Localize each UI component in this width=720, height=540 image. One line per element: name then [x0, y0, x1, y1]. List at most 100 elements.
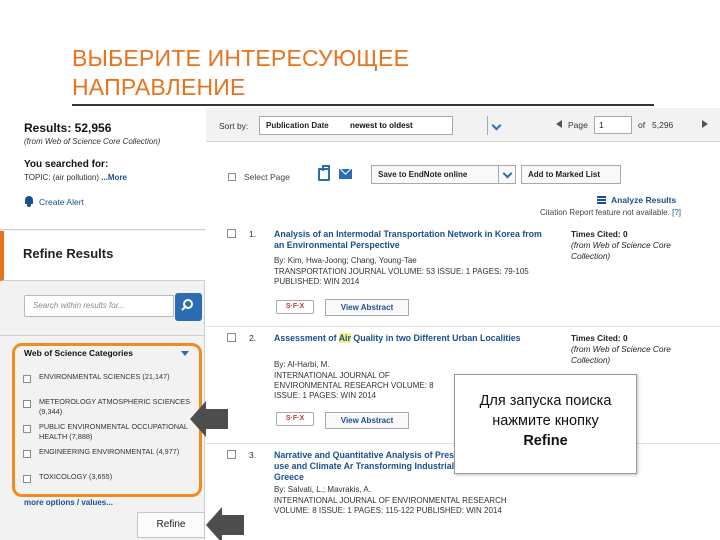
times-cited-value: Times Cited: 0	[571, 333, 628, 343]
sort-field: Publication Date	[266, 121, 329, 130]
more-options-link[interactable]: more options / values...	[24, 498, 113, 507]
results-main: Sort by: Publication Date newest to olde…	[206, 108, 720, 540]
sort-order: newest to oldest	[350, 121, 413, 130]
category-label: ENVIRONMENTAL SCIENCES (21,147)	[39, 372, 170, 381]
topic-query-text: TOPIC: (air pollution)	[24, 173, 102, 182]
page-of: of	[638, 120, 646, 130]
refine-button[interactable]: Refine	[137, 512, 205, 538]
chevron-down-icon[interactable]	[181, 351, 189, 356]
times-cited-source: (from Web of Science Core Collection)	[571, 344, 671, 365]
analyze-results-link[interactable]: Analyze Results	[597, 195, 676, 205]
times-cited-value: Times Cited: 0	[571, 229, 628, 239]
sort-select[interactable]: Publication Date newest to oldest	[259, 116, 453, 135]
result-title-post: Quality in two Different Urban Localitie…	[350, 333, 521, 343]
sfx-button[interactable]: S·F·X	[276, 412, 314, 426]
categories-list: ENVIRONMENTAL SCIENCES (21,147) METEOROL…	[22, 372, 197, 497]
category-checkbox[interactable]	[23, 475, 31, 483]
category-label: ENGINEERING ENVIRONMENTAL (4,977)	[39, 447, 180, 456]
result-number: 2.	[249, 333, 257, 343]
prev-page-icon[interactable]	[556, 120, 562, 128]
result-divider	[206, 326, 720, 327]
search-term-highlight: Air	[338, 333, 351, 343]
chevron-down-icon[interactable]	[498, 166, 516, 183]
result-authors: By: Al-Harbi, M.	[274, 360, 330, 369]
times-cited: Times Cited: 0 (from Web of Science Core …	[571, 333, 711, 366]
create-alert-link[interactable]: Create Alert	[24, 196, 84, 207]
category-checkbox[interactable]	[23, 425, 31, 433]
categories-header[interactable]: Web of Science Categories	[24, 348, 133, 358]
results-source: (from Web of Science Core Collection)	[24, 137, 161, 146]
category-checkbox[interactable]	[23, 400, 31, 408]
sidebar-divider	[0, 335, 205, 336]
times-cited-source: (from Web of Science Core Collection)	[571, 240, 671, 261]
result-authors: By: Kim, Hwa-Joong; Chang, Young-Tae	[274, 256, 417, 265]
refine-results-title: Refine Results	[23, 246, 114, 261]
category-label: TOXICOLOGY (3,655)	[39, 472, 113, 481]
select-page-checkbox[interactable]	[228, 173, 236, 181]
chevron-down-icon[interactable]	[487, 116, 505, 135]
page-input[interactable]: 1	[594, 116, 632, 134]
sfx-button[interactable]: S·F·X	[276, 300, 314, 314]
bell-icon	[24, 196, 34, 207]
citation-note-text: Citation Report feature not available.	[540, 208, 673, 217]
pointer-arrow-categories	[190, 401, 228, 437]
category-label: METEOROLOGY ATMOSPHERIC SCIENCES (9,344)	[39, 397, 190, 416]
result-number: 1.	[249, 229, 257, 239]
category-checkbox[interactable]	[23, 450, 31, 458]
callout-text: Для запуска поиска нажмите кнопку	[479, 393, 612, 429]
title-rule	[72, 104, 654, 106]
arrow-shaft	[205, 409, 228, 429]
result-title[interactable]: Analysis of an Intermodal Transportation…	[274, 229, 554, 251]
pointer-arrow-refine	[206, 507, 244, 540]
result-checkbox[interactable]	[227, 450, 236, 459]
citation-help-link[interactable]: [?]	[672, 208, 681, 217]
sort-bar: Sort by: Publication Date newest to olde…	[206, 108, 720, 142]
searched-for-label: You searched for:	[24, 159, 109, 170]
view-abstract-button[interactable]: View Abstract	[325, 299, 409, 316]
category-label: PUBLIC ENVIRONMENTAL OCCUPATIONAL HEALTH…	[39, 422, 188, 441]
analyze-icon	[597, 196, 606, 204]
category-checkbox[interactable]	[23, 375, 31, 383]
search-within-button[interactable]	[175, 293, 202, 321]
save-endnote-button[interactable]: Save to EndNote online	[371, 165, 516, 184]
results-count: Results: 52,956	[24, 121, 112, 135]
print-icon[interactable]	[318, 165, 330, 181]
category-item[interactable]: TOXICOLOGY (3,655)	[22, 472, 197, 497]
arrow-shaft	[221, 515, 244, 535]
search-within-input[interactable]: Search within results for...	[24, 295, 174, 317]
refine-sidebar: Results: 52,956 (from Web of Science Cor…	[0, 108, 205, 540]
category-item[interactable]: PUBLIC ENVIRONMENTAL OCCUPATIONAL HEALTH…	[22, 422, 197, 447]
result-journal: INTERNATIONAL JOURNAL OF ENVIRONMENTAL R…	[274, 371, 434, 400]
sort-label: Sort by:	[219, 121, 249, 131]
slide-title-line1: ВЫБЕРИТЕ ИНТЕРЕСУЮЩЕЕ	[72, 45, 410, 71]
more-link[interactable]: ...More	[101, 173, 127, 182]
page-label: Page	[568, 120, 588, 130]
result-checkbox[interactable]	[227, 229, 236, 238]
instruction-callout: Для запуска поиска нажмите кнопку Refine	[454, 374, 637, 474]
result-title[interactable]: Assessment of Air Quality in two Differe…	[274, 333, 554, 344]
result-authors: By: Salvati, L.; Mavrakis, A.	[274, 485, 371, 494]
result-checkbox[interactable]	[227, 333, 236, 342]
category-item[interactable]: ENVIRONMENTAL SCIENCES (21,147)	[22, 372, 197, 397]
page-total: 5,296	[652, 120, 674, 130]
save-endnote-label: Save to EndNote online	[378, 170, 468, 179]
slide-title: ВЫБЕРИТЕ ИНТЕРЕСУЮЩЕЕ НАПРАВЛЕНИЕ	[72, 44, 672, 102]
view-abstract-button[interactable]: View Abstract	[325, 412, 409, 429]
create-alert-label: Create Alert	[39, 196, 84, 207]
select-page-label: Select Page	[244, 172, 290, 182]
result-journal: TRANSPORTATION JOURNAL Volume: 53 Issue:…	[274, 267, 529, 286]
topic-query: TOPIC: (air pollution) ...More	[24, 173, 127, 182]
result-number: 3.	[249, 450, 257, 460]
arrow-left-icon	[190, 401, 206, 437]
result-title-pre: Assessment of	[274, 333, 339, 343]
email-icon[interactable]	[339, 169, 352, 179]
result-journal: INTERNATIONAL JOURNAL OF ENVIRONMENTAL R…	[274, 496, 507, 515]
results-summary: Results: 52,956 (from Web of Science Cor…	[0, 108, 205, 230]
times-cited: Times Cited: 0 (from Web of Science Core …	[571, 229, 711, 262]
category-item[interactable]: METEOROLOGY ATMOSPHERIC SCIENCES (9,344)	[22, 397, 197, 422]
refine-results-header: Refine Results	[0, 231, 205, 281]
category-item[interactable]: ENGINEERING ENVIRONMENTAL (4,977)	[22, 447, 197, 472]
callout-refine-word: Refine	[523, 433, 568, 449]
next-page-icon[interactable]	[702, 120, 708, 128]
add-marked-list-button[interactable]: Add to Marked List	[521, 165, 621, 184]
